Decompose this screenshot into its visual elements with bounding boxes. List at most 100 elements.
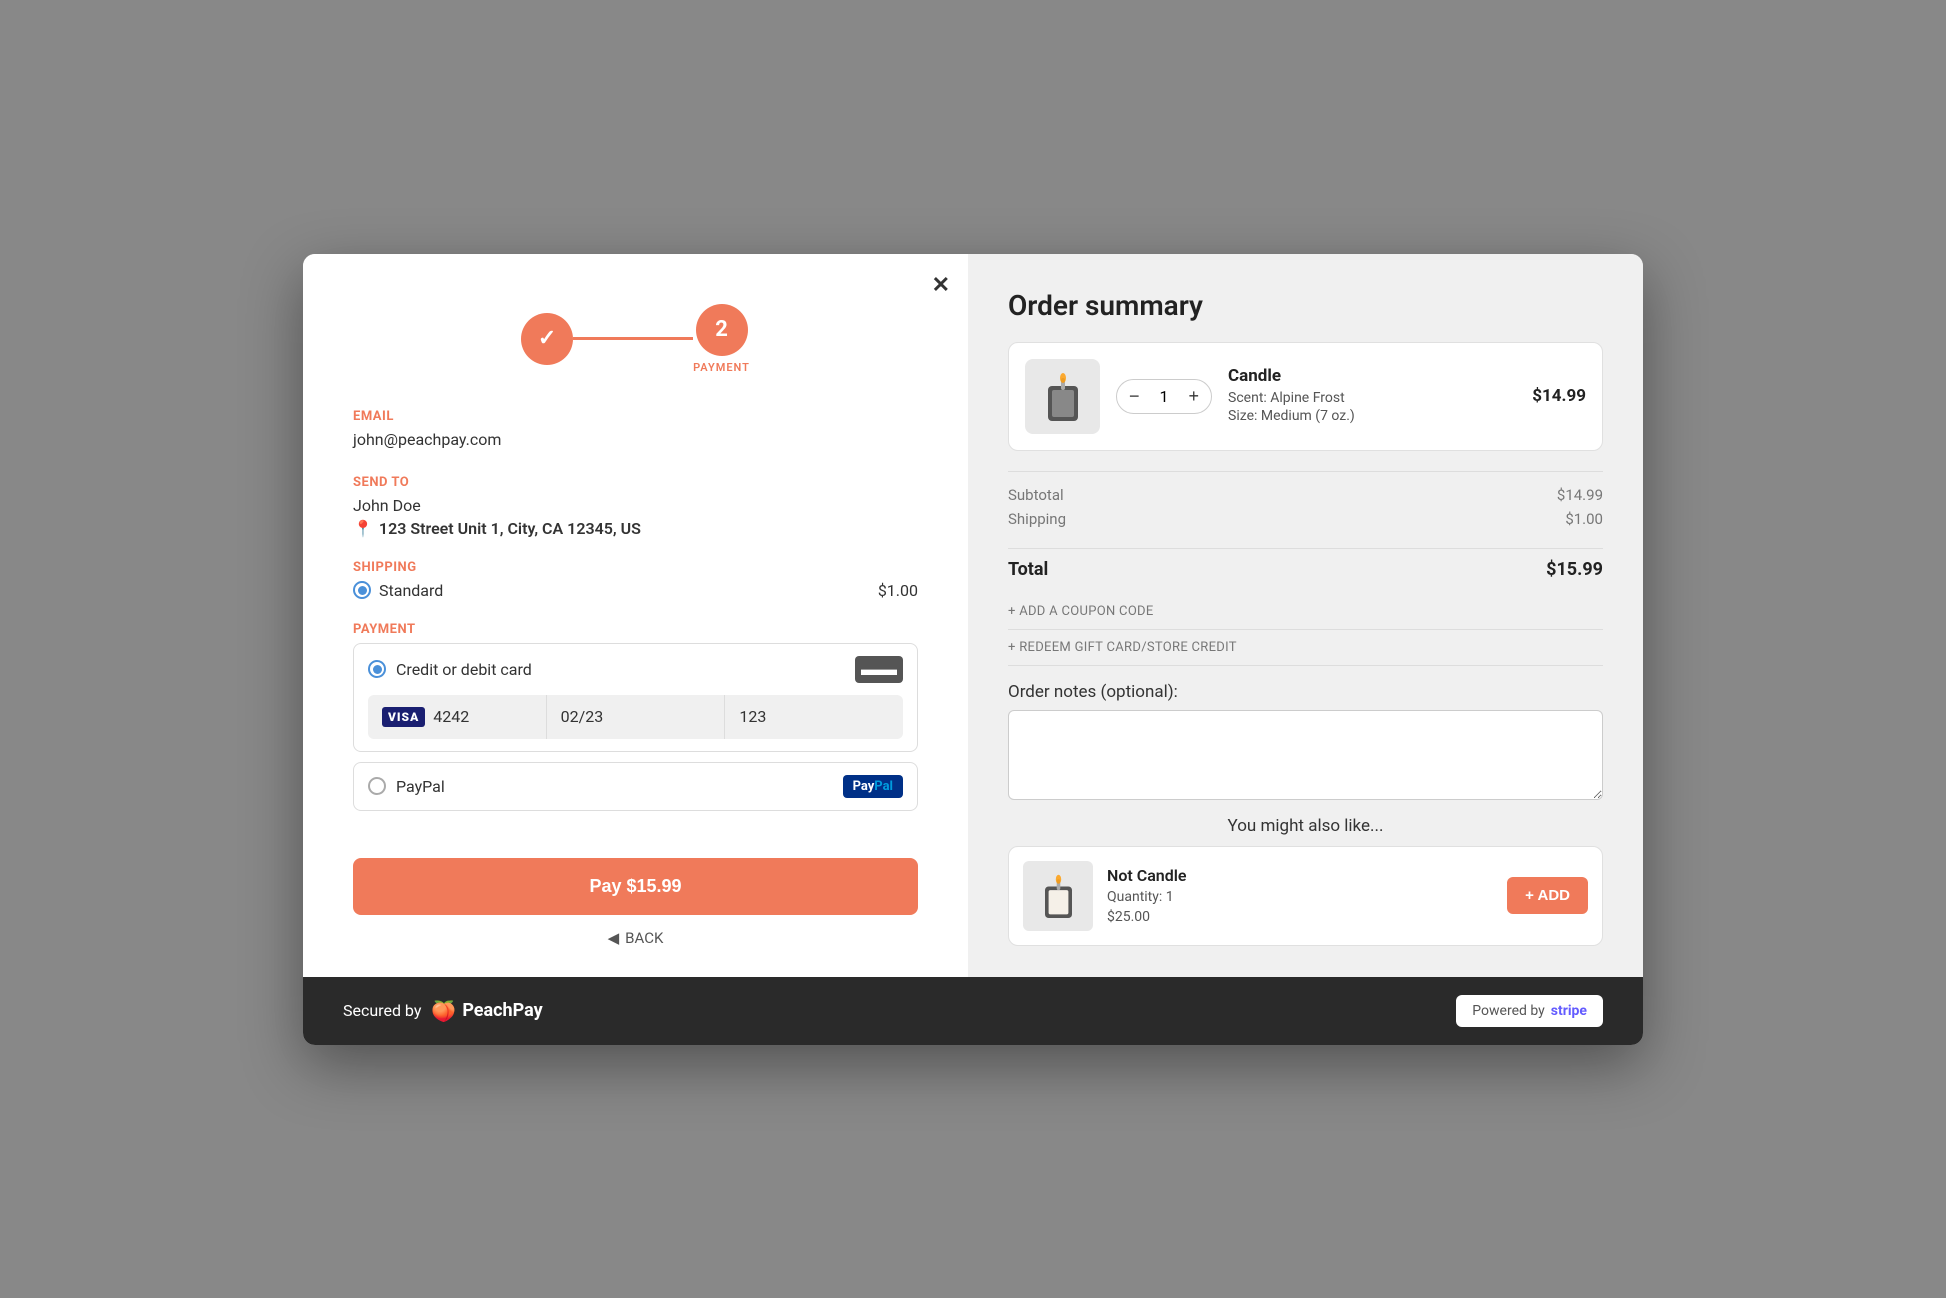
peachpay-logo: 🍑 PeachPay	[431, 999, 542, 1023]
close-button[interactable]: ✕	[932, 272, 950, 298]
shipping-label-right: Shipping	[1008, 510, 1066, 528]
sendto-label: SEND TO	[353, 475, 918, 490]
subtotal-row: Subtotal $14.99	[1008, 486, 1603, 504]
qty-increase[interactable]: +	[1177, 380, 1212, 413]
upsell-card: Not Candle Quantity: 1 $25.00 + ADD	[1008, 846, 1603, 946]
pay-button[interactable]: Pay $15.99	[353, 858, 918, 915]
qty-value: 1	[1152, 383, 1177, 410]
stripe-badge: Powered by stripe	[1456, 995, 1603, 1027]
step-1-circle: ✓	[521, 313, 573, 365]
email-value: john@peachpay.com	[353, 430, 918, 449]
product-price: $14.99	[1532, 386, 1586, 406]
qty-controls: − 1 +	[1116, 379, 1212, 414]
order-notes-label: Order notes (optional):	[1008, 682, 1603, 702]
qty-decrease[interactable]: −	[1117, 380, 1152, 413]
step-2-circle: 2	[696, 304, 748, 356]
upsell-add-button[interactable]: + ADD	[1507, 877, 1588, 914]
email-section: EMAIL john@peachpay.com	[353, 409, 918, 453]
shipping-option[interactable]: Standard	[353, 581, 443, 600]
shipping-section: SHIPPING Standard $1.00	[353, 560, 918, 600]
card-option-label: Credit or debit card	[396, 660, 532, 679]
step-2-container: 2 PAYMENT	[693, 304, 750, 374]
total-label: Total	[1008, 559, 1048, 580]
card-number: 4242	[433, 707, 469, 726]
shipping-row-right: Shipping $1.00	[1008, 510, 1603, 528]
secured-text: Secured by 🍑 PeachPay	[343, 999, 543, 1023]
order-notes-textarea[interactable]	[1008, 710, 1603, 800]
stripe-text: Powered by	[1472, 1003, 1545, 1019]
paypal-label: PayPal	[396, 777, 445, 796]
right-panel: Order summary − 1 +	[968, 254, 1643, 977]
paypal-radio[interactable]	[368, 777, 386, 795]
product-price-block: $14.99	[1532, 386, 1586, 406]
card-fields: VISA 4242 02/23 123	[368, 695, 903, 739]
product-card: − 1 + Candle Scent: Alpine Frost Size: M…	[1008, 342, 1603, 451]
upsell-image-svg	[1036, 868, 1081, 923]
peachpay-icon: 🍑	[431, 999, 456, 1023]
checkout-modal: ✕ ✓ 2 PAYMENT EMAIL john@peachpay.com SE…	[303, 254, 1643, 1045]
sendto-address: 📍 123 Street Unit 1, City, CA 12345, US	[353, 519, 918, 538]
card-cvc-field[interactable]: 123	[725, 695, 903, 739]
modal-footer: Secured by 🍑 PeachPay Powered by stripe	[303, 977, 1643, 1045]
paypal-badge: PayPal	[843, 775, 903, 798]
stripe-brand: stripe	[1551, 1003, 1587, 1019]
step-2-label: PAYMENT	[693, 361, 750, 374]
qty-controls-wrapper: − 1 +	[1116, 379, 1212, 414]
total-value: $15.99	[1546, 559, 1603, 580]
giftcard-link[interactable]: + REDEEM GIFT CARD/STORE CREDIT	[1008, 630, 1603, 666]
left-panel: ✕ ✓ 2 PAYMENT EMAIL john@peachpay.com SE…	[303, 254, 968, 977]
card-number-field[interactable]: VISA 4242	[368, 695, 547, 739]
coupon-link[interactable]: + ADD A COUPON CODE	[1008, 594, 1603, 630]
card-radio[interactable]	[368, 660, 386, 678]
upsell-image	[1023, 861, 1093, 931]
card-cvc: 123	[739, 707, 766, 726]
shipping-label: SHIPPING	[353, 560, 918, 575]
secured-label: Secured by	[343, 1001, 421, 1020]
sendto-name: John Doe	[353, 496, 918, 515]
subtotal-label: Subtotal	[1008, 486, 1064, 504]
shipping-price: $1.00	[878, 581, 918, 600]
candle-image-svg	[1038, 366, 1088, 426]
payment-options: Credit or debit card ▬▬ VISA 4242 02/23	[353, 643, 918, 811]
step-line	[573, 337, 693, 340]
card-expiry: 02/23	[561, 707, 604, 726]
back-chevron: ◀	[608, 929, 620, 947]
upsell-title: You might also like...	[1008, 816, 1603, 836]
product-scent: Scent: Alpine Frost	[1228, 390, 1516, 406]
totals-section: Subtotal $14.99 Shipping $1.00	[1008, 471, 1603, 534]
shipping-radio[interactable]	[353, 581, 371, 599]
address-text: 123 Street Unit 1, City, CA 12345, US	[379, 519, 641, 538]
back-link[interactable]: ◀ BACK	[353, 929, 918, 947]
upsell-qty: Quantity: 1	[1107, 889, 1493, 905]
peachpay-brand: PeachPay	[462, 1000, 542, 1021]
product-details: Candle Scent: Alpine Frost Size: Medium …	[1228, 366, 1516, 426]
product-name: Candle	[1228, 366, 1516, 386]
shipping-row: Standard $1.00	[353, 581, 918, 600]
paypal-option[interactable]: PayPal PayPal	[353, 762, 918, 811]
shipping-value-right: $1.00	[1565, 510, 1603, 528]
card-option-left: Credit or debit card	[368, 660, 532, 679]
total-final-row: Total $15.99	[1008, 548, 1603, 580]
subtotal-value: $14.99	[1557, 486, 1603, 504]
radio-inner	[358, 586, 367, 595]
upsell-price: $25.00	[1107, 909, 1493, 925]
credit-card-option[interactable]: Credit or debit card ▬▬ VISA 4242 02/23	[353, 643, 918, 752]
email-label: EMAIL	[353, 409, 918, 424]
visa-badge: VISA	[382, 707, 425, 727]
payment-section: PAYMENT Credit or debit card ▬▬	[353, 622, 918, 811]
shipping-option-label: Standard	[379, 581, 443, 600]
payment-label: PAYMENT	[353, 622, 918, 637]
upsell-name: Not Candle	[1107, 866, 1493, 885]
card-option-header: Credit or debit card ▬▬	[368, 656, 903, 683]
product-image	[1025, 359, 1100, 434]
sendto-section: SEND TO John Doe 📍 123 Street Unit 1, Ci…	[353, 475, 918, 538]
card-radio-inner	[373, 665, 382, 674]
back-label: BACK	[625, 929, 663, 947]
card-icon: ▬▬	[855, 656, 903, 683]
paypal-option-header: PayPal PayPal	[368, 775, 903, 798]
order-summary-title: Order summary	[1008, 289, 1603, 322]
product-size: Size: Medium (7 oz.)	[1228, 408, 1516, 424]
card-expiry-field[interactable]: 02/23	[547, 695, 726, 739]
paypal-option-left: PayPal	[368, 777, 445, 796]
modal-body: ✕ ✓ 2 PAYMENT EMAIL john@peachpay.com SE…	[303, 254, 1643, 977]
